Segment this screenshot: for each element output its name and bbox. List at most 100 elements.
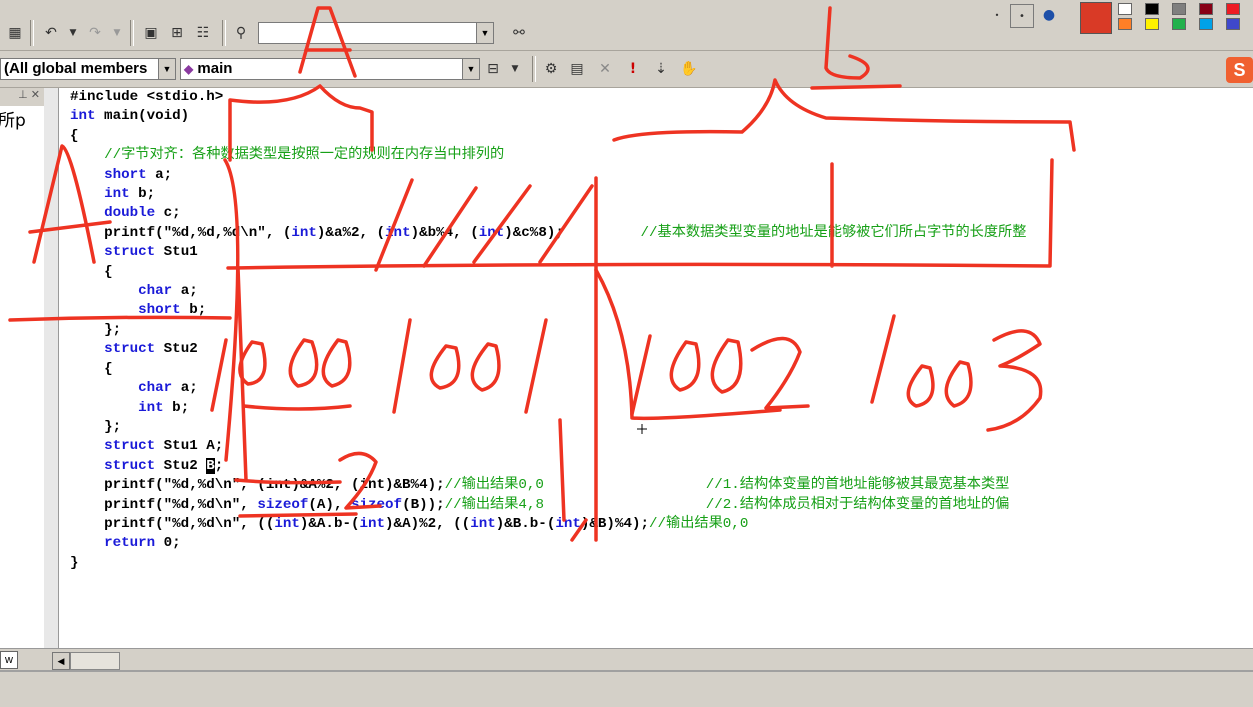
chevron-down-icon[interactable]: ▼ [476,23,493,43]
code-text: (B)); [402,496,445,513]
toolbar-standard: ▦ ↶ ▼ ↷ ▼ ▣ ⊞ ☷ ⚲ ▼ ⚯ • • ● [0,0,1253,51]
code-text: b; [129,186,156,203]
code-text: )&B.b-( [495,515,556,532]
code-comment: //基本数据类型变量的地址是能够被它们所占字节的长度所整 [640,224,1027,241]
code-text: printf("%d,%d\n", (( [104,515,275,532]
member-combo[interactable]: ◆ main ▼ [180,58,480,80]
code-text: (A), [308,496,351,513]
horizontal-scrollbar[interactable]: w ◀ [0,648,1253,671]
color-swatch[interactable] [1145,3,1159,15]
undo-icon[interactable]: ↶ [40,22,62,44]
window-list-icon[interactable]: ☷ [192,22,214,44]
breakpoint-hand-icon[interactable]: ✋ [678,58,700,80]
code-text: Stu1 [155,244,198,261]
class-combo[interactable]: (All global members ▼ [0,58,176,80]
undo-dropdown-icon[interactable]: ▼ [62,22,84,44]
code-text: )&c%8); [504,224,564,241]
code-text: printf("%d,%d\n", [104,496,258,513]
paste-icon[interactable]: ▦ [4,22,26,44]
code-text: 0; [155,535,181,552]
color-swatch[interactable] [1145,18,1159,30]
code-text: main(void) [95,108,190,125]
current-color-swatch[interactable] [1080,2,1112,34]
color-swatch[interactable] [1226,18,1240,30]
workspace-icon[interactable]: ▣ [140,22,162,44]
code-text: )&A)%2, (( [385,515,471,532]
source-code: #include <stdio.h> int main(void) { //字节… [70,88,1026,573]
code-text: { [70,127,79,144]
chevron-down-icon[interactable]: ▼ [462,59,479,79]
close-icon[interactable]: ✕ [31,89,40,101]
output-window-icon[interactable]: ⊞ [166,22,188,44]
class-combo-value: (All global members [4,60,148,77]
code-text: a; [146,166,173,183]
medium-dot-icon[interactable]: • [1010,4,1034,28]
redo-dropdown-icon[interactable]: ▼ [106,22,128,44]
scroll-thumb[interactable] [70,652,120,670]
code-text: c; [155,205,181,222]
find-in-files-icon[interactable]: ⚲ [230,22,252,44]
color-swatch[interactable] [1226,3,1240,15]
toolbar-separator [30,20,34,46]
execute-icon[interactable]: ! [622,58,644,80]
keyword: int [291,224,317,241]
code-comment: //字节对齐：各种数据类型是按照一定的规则在内存当中排列的 [104,147,505,164]
function-icon: ◆ [184,62,194,76]
code-text: a; [172,380,198,397]
small-dot-icon[interactable]: • [986,4,1008,26]
code-text: )&A.b-( [299,515,360,532]
wizard-action-icon[interactable]: ⊟ [482,58,504,80]
large-dot-icon[interactable]: ● [1038,4,1060,26]
code-comment: //输出结果4,8 [444,496,544,513]
keyword: int [274,515,300,532]
code-text: )&a%2, ( [316,224,386,241]
keyword: return [104,535,156,552]
panel-scrollbar[interactable] [44,88,59,668]
color-swatch[interactable] [1118,18,1132,30]
app-logo-icon: S [1226,57,1253,83]
build-icon[interactable]: ▤ [566,58,588,80]
keyword: char [138,380,173,397]
stop-build-icon[interactable]: ✕ [594,58,616,80]
scroll-left-icon[interactable]: ◀ [52,652,70,670]
keyword: struct [104,341,156,358]
code-comment: //1.结构体变量的首地址能够被其最宽基本类型 [705,477,1010,494]
keyword: int [478,224,505,241]
status-bar [0,670,1253,707]
toolbar-separator [532,56,536,82]
search-icon[interactable]: ⚯ [508,22,530,44]
chevron-down-icon[interactable]: ▼ [158,59,175,79]
code-text: }; [104,321,122,338]
color-swatch[interactable] [1172,3,1186,15]
color-swatch[interactable] [1199,18,1213,30]
code-text: printf("%d,%d,%d\n", ( [104,224,292,241]
code-line-include: #include <stdio.h> [70,89,224,105]
code-text: { [104,360,113,377]
redo-icon[interactable]: ↷ [84,22,106,44]
code-text: Stu2 [155,341,198,358]
code-text: )&b%4, ( [410,224,479,241]
keyword: struct [104,438,156,455]
toolbar-separator [130,20,134,46]
color-swatch[interactable] [1199,3,1213,15]
code-text: ; [214,457,224,474]
text-cursor-selection: B [206,457,215,474]
keyword: double [104,205,156,222]
compile-icon[interactable]: ⚙ [540,58,562,80]
keyword: char [138,283,173,300]
workspace-tab[interactable]: w [0,651,18,669]
keyword: short [104,166,147,183]
code-text: Stu1 A; [155,438,224,455]
keyword: int [70,108,96,125]
color-swatch[interactable] [1118,3,1132,15]
keyword: sizeof [257,496,309,513]
keyword: int [470,515,496,532]
keyword: int [104,186,130,203]
find-combo[interactable]: ▼ [258,22,494,44]
wizard-action-dropdown-icon[interactable]: ▼ [504,58,526,80]
code-comment: //2.结构体成员相对于结构体变量的首地址的偏 [705,496,1010,513]
color-swatch[interactable] [1172,18,1186,30]
dock-icon[interactable]: ⊥ [18,89,28,101]
go-icon[interactable]: ⇣ [650,58,672,80]
code-editor[interactable]: #include <stdio.h> int main(void) { //字节… [60,88,1253,648]
